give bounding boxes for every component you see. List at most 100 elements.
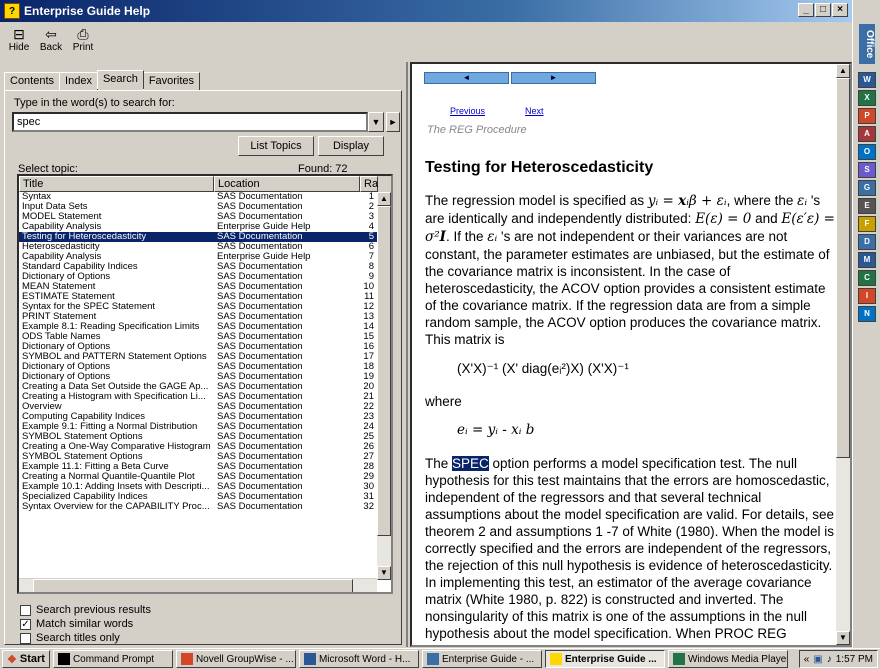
table-row[interactable]: SYMBOL and PATTERN Statement Options SAS … [19, 352, 377, 362]
match-similar-checkbox[interactable]: ✓ Match similar words [20, 618, 133, 630]
tab-favorites[interactable]: Favorites [142, 72, 201, 91]
scroll-down-icon[interactable]: ▼ [377, 566, 391, 580]
search-go-button[interactable]: ► [386, 112, 400, 132]
taskbar-item[interactable]: Command Prompt [52, 650, 173, 668]
app-shortcut-icon[interactable]: C [858, 270, 876, 286]
table-row[interactable]: Dictionary of Options SAS Documentation 18 [19, 362, 377, 372]
excel-icon[interactable]: X [858, 90, 876, 106]
row-title: Example 8.1: Reading Specification Limit… [22, 322, 200, 332]
next-arrow-button[interactable]: ► [511, 72, 596, 84]
table-row[interactable]: Creating a Data Set Outside the GAGE Ap.… [19, 382, 377, 392]
table-row[interactable]: Syntax for the SPEC Statement SAS Documen… [19, 302, 377, 312]
table-row[interactable]: Specialized Capability Indices SAS Docume… [19, 492, 377, 502]
taskbar-item[interactable]: Enterprise Guide - ... [421, 650, 542, 668]
table-row[interactable]: Input Data Sets SAS Documentation 2 [19, 202, 377, 212]
maximize-button[interactable]: □ [815, 3, 831, 17]
table-row-selected[interactable]: Testing for Heteroscedasticity SAS Docume… [19, 232, 377, 242]
app-shortcut-icon[interactable]: E [858, 198, 876, 214]
row-title: Capability Analysis [22, 222, 102, 232]
next-link[interactable]: Next [525, 106, 544, 116]
table-row[interactable]: Dictionary of Options SAS Documentation 9 [19, 272, 377, 282]
column-location[interactable]: Location [214, 176, 360, 192]
scroll-thumb[interactable] [377, 206, 391, 536]
table-row[interactable]: Example 8.1: Reading Specification Limit… [19, 322, 377, 332]
app-shortcut-icon[interactable]: I [858, 288, 876, 304]
start-button[interactable]: ❖ Start [2, 650, 50, 668]
search-titles-checkbox[interactable]: Search titles only [20, 632, 120, 644]
table-row[interactable]: MEAN Statement SAS Documentation 10 [19, 282, 377, 292]
table-row[interactable]: Overview SAS Documentation 22 [19, 402, 377, 412]
tab-index[interactable]: Index [59, 72, 98, 91]
column-title[interactable]: Title [19, 176, 214, 192]
table-row[interactable]: Example 9.1: Fitting a Normal Distributi… [19, 422, 377, 432]
minimize-button[interactable]: _ [798, 3, 814, 17]
results-vertical-scrollbar[interactable]: ▲ ▼ [377, 192, 391, 580]
results-list[interactable]: Title Location Ra Syntax SAS Documentatio… [17, 174, 393, 594]
scroll-down-icon[interactable]: ▼ [836, 631, 850, 645]
taskbar-item[interactable]: Novell GroupWise - ... [175, 650, 296, 668]
row-location: SAS Documentation [217, 492, 303, 502]
table-row[interactable]: Standard Capability Indices SAS Documenta… [19, 262, 377, 272]
search-highlight: SPEC [452, 456, 489, 471]
app-shortcut-icon[interactable]: N [858, 306, 876, 322]
table-row[interactable]: Syntax Overview for the CAPABILITY Proc.… [19, 502, 377, 512]
table-row[interactable]: Capability Analysis Enterprise Guide Help… [19, 252, 377, 262]
display-button[interactable]: Display [318, 136, 384, 156]
network-icon[interactable]: ▣ [813, 654, 822, 665]
previous-link[interactable]: Previous [450, 106, 485, 116]
search-input[interactable] [12, 112, 368, 132]
outlook-icon[interactable]: O [858, 144, 876, 160]
table-row[interactable]: Syntax SAS Documentation 1 [19, 192, 377, 202]
taskbar-item[interactable]: Microsoft Word - H... [298, 650, 419, 668]
scroll-up-icon[interactable]: ▲ [836, 64, 850, 78]
printer-icon: ⎙ [77, 26, 89, 42]
table-row[interactable]: Example 10.1: Adding Insets with Descrip… [19, 482, 377, 492]
table-row[interactable]: PRINT Statement SAS Documentation 13 [19, 312, 377, 322]
results-horizontal-scrollbar[interactable] [19, 578, 377, 592]
search-previous-checkbox[interactable]: Search previous results [20, 604, 151, 616]
tab-search[interactable]: Search [96, 70, 144, 89]
tray-expand-button[interactable]: « [804, 654, 810, 665]
table-row[interactable]: Creating a One-Way Comparative Histogram… [19, 442, 377, 452]
column-rank[interactable]: Ra [360, 176, 378, 192]
back-button[interactable]: ⇦ Back [36, 26, 66, 58]
table-row[interactable]: Heteroscedasticity SAS Documentation 6 [19, 242, 377, 252]
table-row[interactable]: Creating a Histogram with Specification … [19, 392, 377, 402]
table-row[interactable]: ODS Table Names SAS Documentation 15 [19, 332, 377, 342]
table-row[interactable]: Computing Capability Indices SAS Document… [19, 412, 377, 422]
table-row[interactable]: Dictionary of Options SAS Documentation 16 [19, 342, 377, 352]
row-location: SAS Documentation [217, 312, 303, 322]
hide-button[interactable]: ⊟ Hide [4, 26, 34, 58]
table-row[interactable]: Creating a Normal Quantile-Quantile Plot… [19, 472, 377, 482]
table-row[interactable]: Capability Analysis Enterprise Guide Help… [19, 222, 377, 232]
taskbar-item[interactable]: Windows Media Player [667, 650, 788, 668]
tab-contents[interactable]: Contents [4, 72, 61, 91]
list-topics-button[interactable]: List Topics [238, 136, 314, 156]
hscroll-thumb[interactable] [33, 579, 353, 592]
access-icon[interactable]: A [858, 126, 876, 142]
app-shortcut-icon[interactable]: D [858, 234, 876, 250]
table-row[interactable]: SYMBOL Statement Options SAS Documentatio… [19, 452, 377, 462]
scroll-up-icon[interactable]: ▲ [377, 192, 391, 206]
prev-arrow-button[interactable]: ◄ [424, 72, 509, 84]
table-row[interactable]: SYMBOL Statement Options SAS Documentatio… [19, 432, 377, 442]
body-text: 's are not independent or their variance… [425, 229, 830, 347]
word-icon[interactable]: W [858, 72, 876, 88]
app-shortcut-icon[interactable]: G [858, 180, 876, 196]
app-shortcut-icon[interactable]: M [858, 252, 876, 268]
table-row[interactable]: Dictionary of Options SAS Documentation 19 [19, 372, 377, 382]
table-row[interactable]: Example 11.1: Fitting a Beta Curve SAS Do… [19, 462, 377, 472]
app-shortcut-icon[interactable]: F [858, 216, 876, 232]
windows-logo-icon: ❖ [7, 653, 17, 666]
table-row[interactable]: ESTIMATE Statement SAS Documentation 11 [19, 292, 377, 302]
print-button[interactable]: ⎙ Print [68, 26, 98, 58]
topic-vertical-scrollbar[interactable]: ▲ ▼ [836, 64, 850, 645]
volume-icon[interactable]: ♪ [827, 654, 832, 665]
taskbar-item-active[interactable]: Enterprise Guide ... [544, 650, 665, 668]
app-shortcut-icon[interactable]: S [858, 162, 876, 178]
powerpoint-icon[interactable]: P [858, 108, 876, 124]
table-row[interactable]: MODEL Statement SAS Documentation 3 [19, 212, 377, 222]
scroll-thumb[interactable] [836, 78, 850, 458]
search-history-dropdown[interactable]: ▼ [368, 112, 384, 132]
close-button[interactable]: × [832, 3, 848, 17]
